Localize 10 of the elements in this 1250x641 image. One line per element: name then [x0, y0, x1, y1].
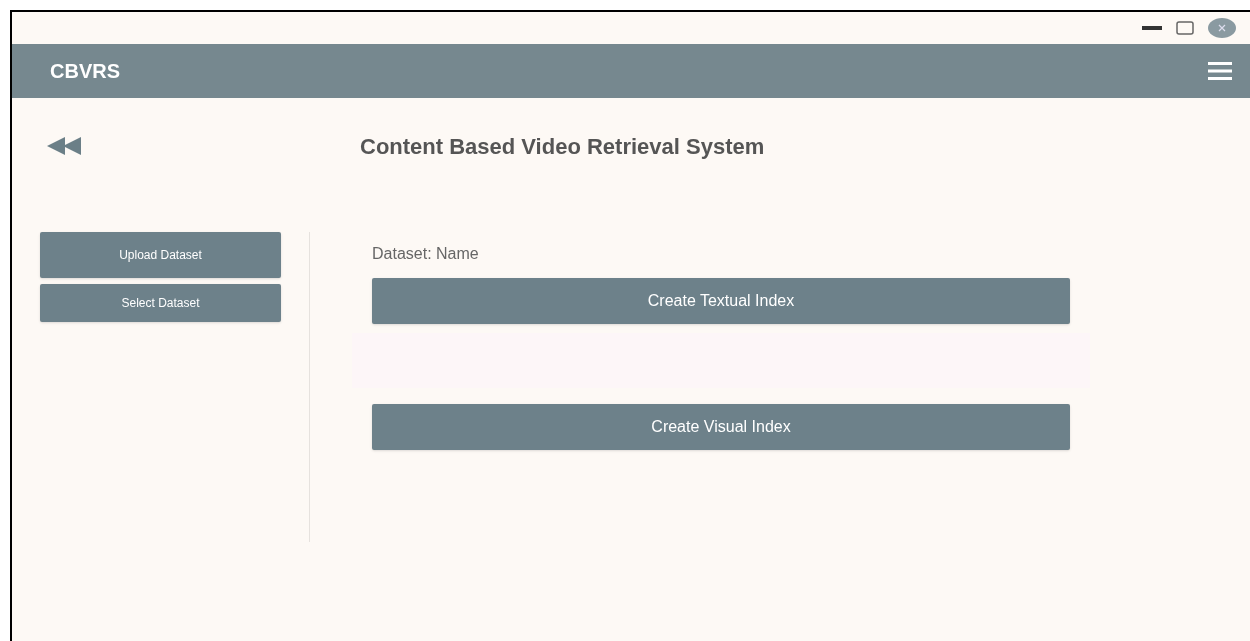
app-title: CBVRS — [50, 59, 120, 84]
dataset-label: Dataset: Name — [372, 244, 480, 264]
sidebar-button[interactable]: Select Dataset — [40, 284, 281, 322]
restore-icon[interactable] — [1176, 21, 1194, 35]
index-button[interactable]: Create Textual Index — [372, 278, 1070, 324]
page-title: Content Based Video Retrieval System — [360, 132, 765, 161]
index-button[interactable]: Create Visual Index — [372, 404, 1070, 450]
menu-icon[interactable] — [1208, 61, 1232, 81]
close-icon[interactable] — [1208, 18, 1236, 38]
sidebar-button[interactable]: Upload Dataset — [40, 232, 281, 278]
